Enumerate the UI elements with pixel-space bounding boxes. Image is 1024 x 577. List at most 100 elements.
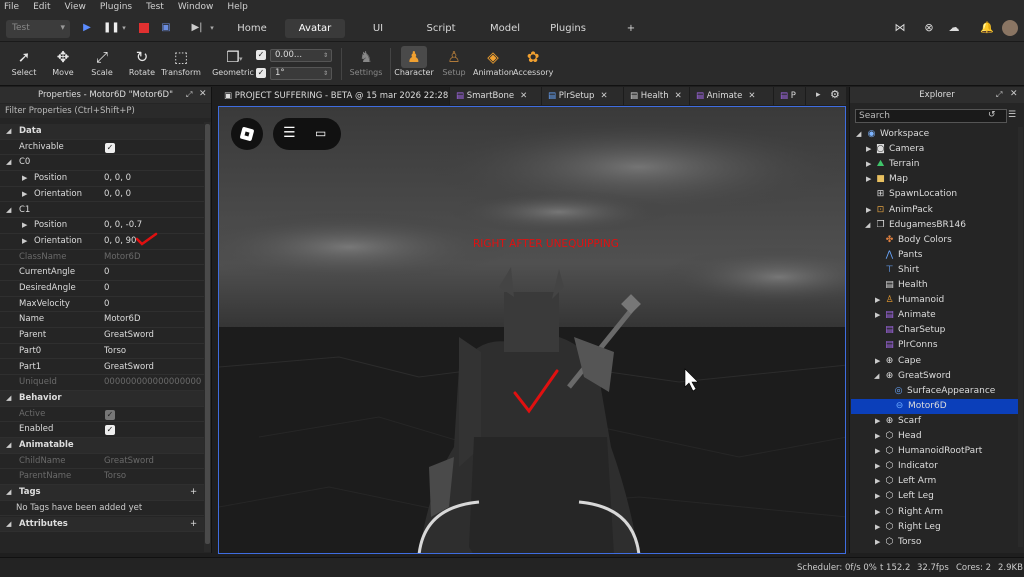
cloud-icon[interactable]: ☁ [947, 21, 961, 35]
tab-home[interactable]: Home [232, 19, 272, 38]
property-row-orientation[interactable]: ▶ Orientation 0, 0, 90 [0, 234, 204, 250]
character-button[interactable]: ♟ Character [394, 46, 434, 77]
property-row-maxvelocity[interactable]: MaxVelocity 0 [0, 297, 204, 313]
chevron-down-icon[interactable]: ◢ [6, 438, 11, 453]
collaborate-icon[interactable]: ⊗ [922, 21, 936, 35]
select-tool-button[interactable]: ➚ Select [4, 46, 44, 77]
property-value[interactable]: GreatSword [104, 360, 202, 375]
explorer-item-head[interactable]: ▶ ⬡ Head [850, 429, 1018, 444]
settings-button[interactable]: ♞ Settings [346, 46, 386, 77]
chevron-down-icon[interactable]: ◢ [6, 155, 11, 170]
property-group-c1[interactable]: ◢ C1 [0, 203, 204, 219]
chevron-right-icon[interactable]: ▶ [875, 293, 880, 308]
pause-icon[interactable]: ❚❚ [103, 22, 120, 34]
scrollbar-thumb[interactable] [205, 124, 210, 544]
property-row-uniqueid[interactable]: UniqueId 000000000000000000000 [0, 375, 204, 391]
share-icon[interactable]: ⋈ [893, 21, 907, 35]
explorer-item-left-arm[interactable]: ▶ ⬡ Left Arm [850, 474, 1018, 489]
chevron-right-icon[interactable]: ▶ [875, 354, 880, 369]
property-group-c0[interactable]: ◢ C0 [0, 155, 204, 172]
property-value[interactable]: Torso [104, 344, 202, 359]
explorer-item-charsetup[interactable]: ▤ CharSetup [850, 323, 1018, 338]
property-row-parent[interactable]: Parent GreatSword [0, 328, 204, 344]
menu-help[interactable]: Help [227, 2, 248, 12]
property-row-classname[interactable]: ClassName Motor6D [0, 250, 204, 266]
transform-tool-button[interactable]: ⬚ Transform [161, 46, 201, 77]
chevron-right-icon[interactable]: ▶ [875, 459, 880, 474]
property-row-position[interactable]: ▶ Position 0, 0, 0 [0, 171, 204, 187]
chevron-right-icon[interactable]: ▶ [875, 308, 880, 323]
explorer-item-shirt[interactable]: ⊤ Shirt [850, 263, 1018, 278]
play-icon[interactable]: ▶ [80, 22, 94, 34]
explorer-item-right-leg[interactable]: ▶ ⬡ Right Leg [850, 520, 1018, 535]
doc-tab-place[interactable]: ▣ PROJECT SUFFERING - BETA @ 15 mar 2026… [218, 87, 450, 105]
move-snap-checkbox[interactable]: ✓ [256, 50, 266, 60]
explorer-item-left-leg[interactable]: ▶ ⬡ Left Leg [850, 489, 1018, 504]
accessory-button[interactable]: ✿ Accessory [513, 46, 553, 77]
explorer-item-surfaceappearance[interactable]: ◎ SurfaceAppearance [850, 384, 1018, 399]
3d-viewport[interactable]: RIGHT AFTER UNEQUIPPING ☰ ▭ [218, 106, 846, 554]
chevron-right-icon[interactable]: ▶ [866, 142, 871, 157]
explorer-item-edugamesbr146[interactable]: ◢ ❒ EdugamesBR146 [850, 218, 1018, 233]
chevron-right-icon[interactable]: ▶ [22, 218, 27, 233]
chevron-down-icon[interactable]: ◢ [6, 124, 11, 139]
property-row-archivable[interactable]: Archivable ✓ [0, 140, 204, 156]
property-row-enabled[interactable]: Enabled ✓ [0, 422, 204, 438]
doc-tab-plrsetup[interactable]: ▤ PlrSetup ✕ [542, 87, 624, 105]
roblox-menu-button[interactable] [231, 118, 263, 150]
property-checkbox[interactable]: ✓ [105, 409, 115, 420]
add-icon[interactable]: + [190, 485, 197, 500]
move-tool-button[interactable]: ✥ Move [43, 46, 83, 77]
chevron-down-icon[interactable]: ◢ [865, 218, 870, 233]
filter-icon[interactable]: ☰ [1008, 110, 1016, 120]
doc-tab-p[interactable]: ▤ P [774, 87, 806, 105]
property-row-orientation[interactable]: ▶ Orientation 0, 0, 0 [0, 187, 204, 203]
doc-tab-health[interactable]: ▤ Health ✕ [624, 87, 690, 105]
property-value[interactable]: GreatSword [104, 328, 202, 343]
chevron-right-icon[interactable]: ▶ [22, 171, 27, 186]
menu-test[interactable]: Test [146, 2, 164, 12]
tab-scroll-right-icon[interactable]: ▸ [816, 90, 821, 100]
chevron-down-icon[interactable]: ◢ [6, 203, 11, 218]
menu-file[interactable]: File [4, 2, 19, 12]
chevron-right-icon[interactable]: ▶ [875, 535, 880, 550]
explorer-item-cape[interactable]: ▶ ⊕ Cape [850, 354, 1018, 369]
close-icon[interactable]: ✕ [520, 91, 527, 101]
chevron-right-icon[interactable]: ▶ [866, 203, 871, 218]
explorer-scrollbar[interactable] [1018, 127, 1023, 547]
explorer-item-motor6d[interactable]: ⊖ Motor6D [851, 398, 1019, 414]
chevron-right-icon[interactable]: ▶ [875, 414, 880, 429]
chevron-right-icon[interactable]: ▶ [866, 157, 871, 172]
explorer-item-greatsword[interactable]: ◢ ⊕ GreatSword [850, 369, 1018, 384]
avatar[interactable] [1002, 20, 1018, 36]
property-value[interactable]: 0 [104, 265, 202, 280]
explorer-item-pants[interactable]: ⋀ Pants [850, 248, 1018, 263]
property-value[interactable]: 0 [104, 281, 202, 296]
explorer-item-terrain[interactable]: ▶ ⛰ Terrain [850, 157, 1018, 172]
close-icon[interactable]: ✕ [1010, 89, 1018, 99]
doc-tab-animate[interactable]: ▤ Animate ✕ [690, 87, 774, 105]
property-row-part1[interactable]: Part1 GreatSword [0, 360, 204, 376]
property-value[interactable]: 0 [104, 297, 202, 312]
property-value[interactable]: Torso [104, 469, 202, 484]
menu-view[interactable]: View [65, 2, 86, 12]
add-icon[interactable]: + [190, 517, 197, 532]
close-icon[interactable]: ✕ [199, 89, 207, 99]
explorer-item-indicator[interactable]: ▶ ⬡ Indicator [850, 459, 1018, 474]
property-row-desiredangle[interactable]: DesiredAngle 0 [0, 281, 204, 297]
property-section-data[interactable]: ◢ Data [0, 124, 204, 140]
test-mode-select[interactable]: Test ▾ [6, 20, 70, 38]
tab-plugins[interactable]: Plugins [546, 19, 590, 38]
step-icon[interactable]: ▶| [190, 22, 204, 34]
explorer-item-humanoidrootpart[interactable]: ▶ ⬡ HumanoidRootPart [850, 444, 1018, 459]
property-row-name[interactable]: Name Motor6D [0, 312, 204, 329]
explorer-item-plrconns[interactable]: ▤ PlrConns [850, 338, 1018, 353]
chevron-right-icon[interactable]: ▶ [866, 172, 871, 187]
chevron-right-icon[interactable]: ▶ [875, 489, 880, 504]
explorer-item-health[interactable]: ▤ Health [850, 278, 1018, 293]
explorer-item-spawnlocation[interactable]: ⊞ SpawnLocation [850, 187, 1018, 202]
chevron-down-icon[interactable]: ◢ [856, 127, 861, 142]
explorer-item-workspace[interactable]: ◢ ◉ Workspace [850, 127, 1018, 142]
tab-ui[interactable]: UI [362, 19, 394, 38]
explorer-search-input[interactable]: Search [855, 109, 1007, 123]
